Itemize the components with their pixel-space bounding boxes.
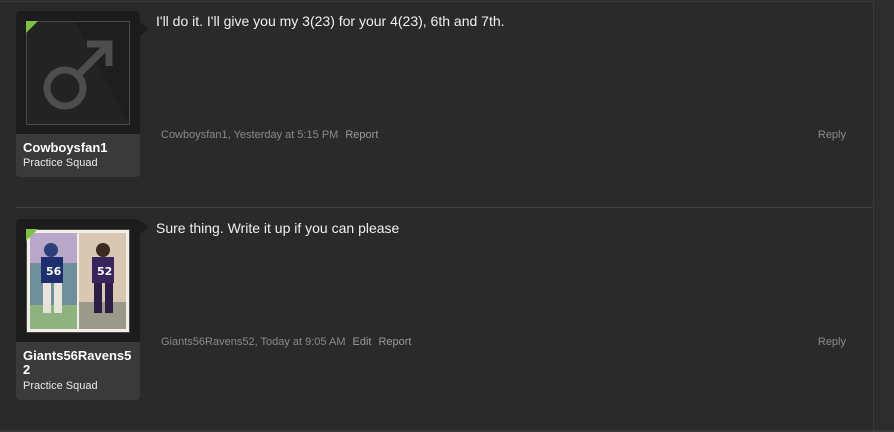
report-link[interactable]: Report <box>378 336 411 348</box>
edit-link[interactable]: Edit <box>352 336 371 348</box>
post-item: Cowboysfan1 Practice Squad I'll do it. I… <box>0 0 873 205</box>
author-link[interactable]: Cowboysfan1 <box>161 129 228 141</box>
football-players-photo: 56 52 <box>27 230 129 332</box>
post-timestamp[interactable]: Today at 9:05 AM <box>260 336 345 348</box>
reply-link[interactable]: Reply <box>818 336 846 348</box>
svg-text:56: 56 <box>46 265 62 278</box>
post-meta: Cowboysfan1, Yesterday at 5:15 PM Report <box>161 129 379 141</box>
author-link[interactable]: Giants56Ravens52 <box>161 336 255 348</box>
user-title: Practice Squad <box>23 380 98 392</box>
user-card: 56 52 Giants56Ravens52 Practice Squad <box>16 219 140 400</box>
male-symbol-icon <box>27 22 129 124</box>
avatar[interactable] <box>26 21 130 125</box>
post-timestamp[interactable]: Yesterday at 5:15 PM <box>234 129 339 141</box>
avatar[interactable]: 56 52 <box>26 229 130 333</box>
message-pointer <box>140 22 148 36</box>
username-link[interactable]: Cowboysfan1 <box>23 141 135 155</box>
message-text: I'll do it. I'll give you my 3(23) for y… <box>156 13 505 29</box>
scrollbar-track[interactable] <box>874 0 894 432</box>
post-item: 56 52 Giants56Ravens52 Practice Squad Su… <box>0 208 873 430</box>
online-indicator <box>26 229 38 241</box>
svg-text:52: 52 <box>97 265 112 278</box>
message-text: Sure thing. Write it up if you can pleas… <box>156 220 400 236</box>
avatar-frame <box>16 11 140 134</box>
message-pointer <box>140 220 148 234</box>
post-meta: Giants56Ravens52, Today at 9:05 AM Edit Re… <box>161 336 412 348</box>
avatar-frame: 56 52 <box>16 219 140 342</box>
reply-link[interactable]: Reply <box>818 129 846 141</box>
forum-thread: Cowboysfan1 Practice Squad I'll do it. I… <box>0 0 894 432</box>
report-link[interactable]: Report <box>345 129 378 141</box>
online-indicator <box>26 21 38 33</box>
username-link[interactable]: Giants56Ravens52 <box>23 349 135 377</box>
user-card: Cowboysfan1 Practice Squad <box>16 11 140 177</box>
user-title: Practice Squad <box>23 157 98 169</box>
